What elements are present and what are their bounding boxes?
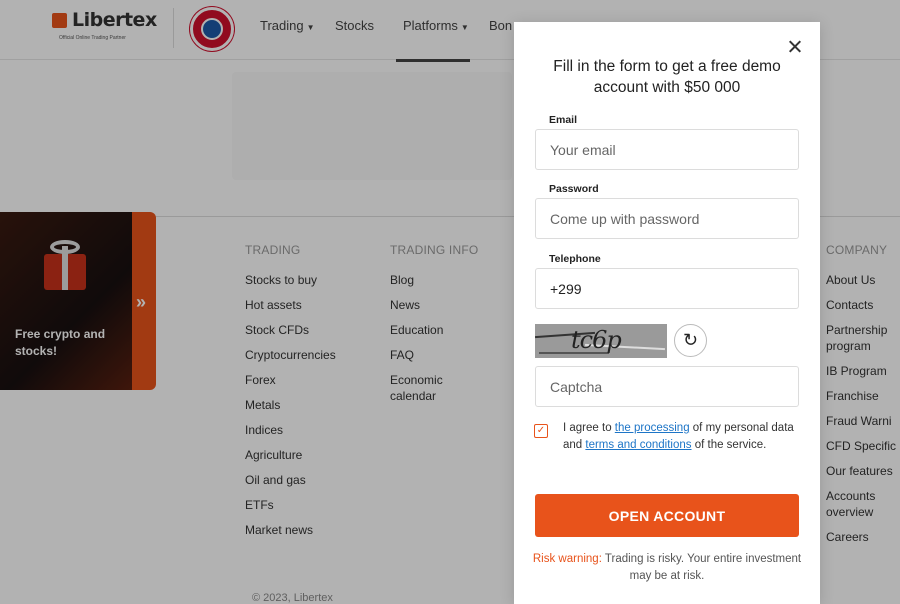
risk-warning-text: Trading is risky. Your entire investment…: [601, 553, 802, 582]
risk-warning-lead: Risk warning:: [532, 553, 602, 565]
captcha-text: tc6p: [571, 326, 622, 354]
open-account-button[interactable]: OPEN ACCOUNT: [535, 494, 799, 537]
modal-title: Fill in the form to get a free demo acco…: [553, 58, 781, 96]
close-icon[interactable]: [786, 38, 804, 56]
consent-suffix: of the service.: [691, 439, 767, 451]
telephone-field[interactable]: [535, 268, 799, 309]
password-label: Password: [549, 183, 599, 195]
captcha-image: tc6p: [535, 324, 667, 358]
consent-checkbox[interactable]: ✓: [534, 424, 548, 438]
demo-account-modal: Fill in the form to get a free demo acco…: [514, 22, 820, 604]
terms-link[interactable]: terms and conditions: [585, 439, 691, 451]
password-field[interactable]: [535, 198, 799, 239]
refresh-captcha-icon[interactable]: ↻: [674, 324, 707, 357]
email-label: Email: [549, 114, 578, 126]
consent-text: I agree to the processing of my personal…: [563, 420, 803, 454]
telephone-label: Telephone: [549, 253, 601, 265]
email-field[interactable]: [535, 129, 799, 170]
consent-prefix: I agree to: [563, 422, 615, 434]
captcha-field[interactable]: [535, 366, 799, 407]
processing-link[interactable]: the processing: [615, 422, 690, 434]
risk-warning: Risk warning: Trading is risky. Your ent…: [532, 551, 802, 585]
